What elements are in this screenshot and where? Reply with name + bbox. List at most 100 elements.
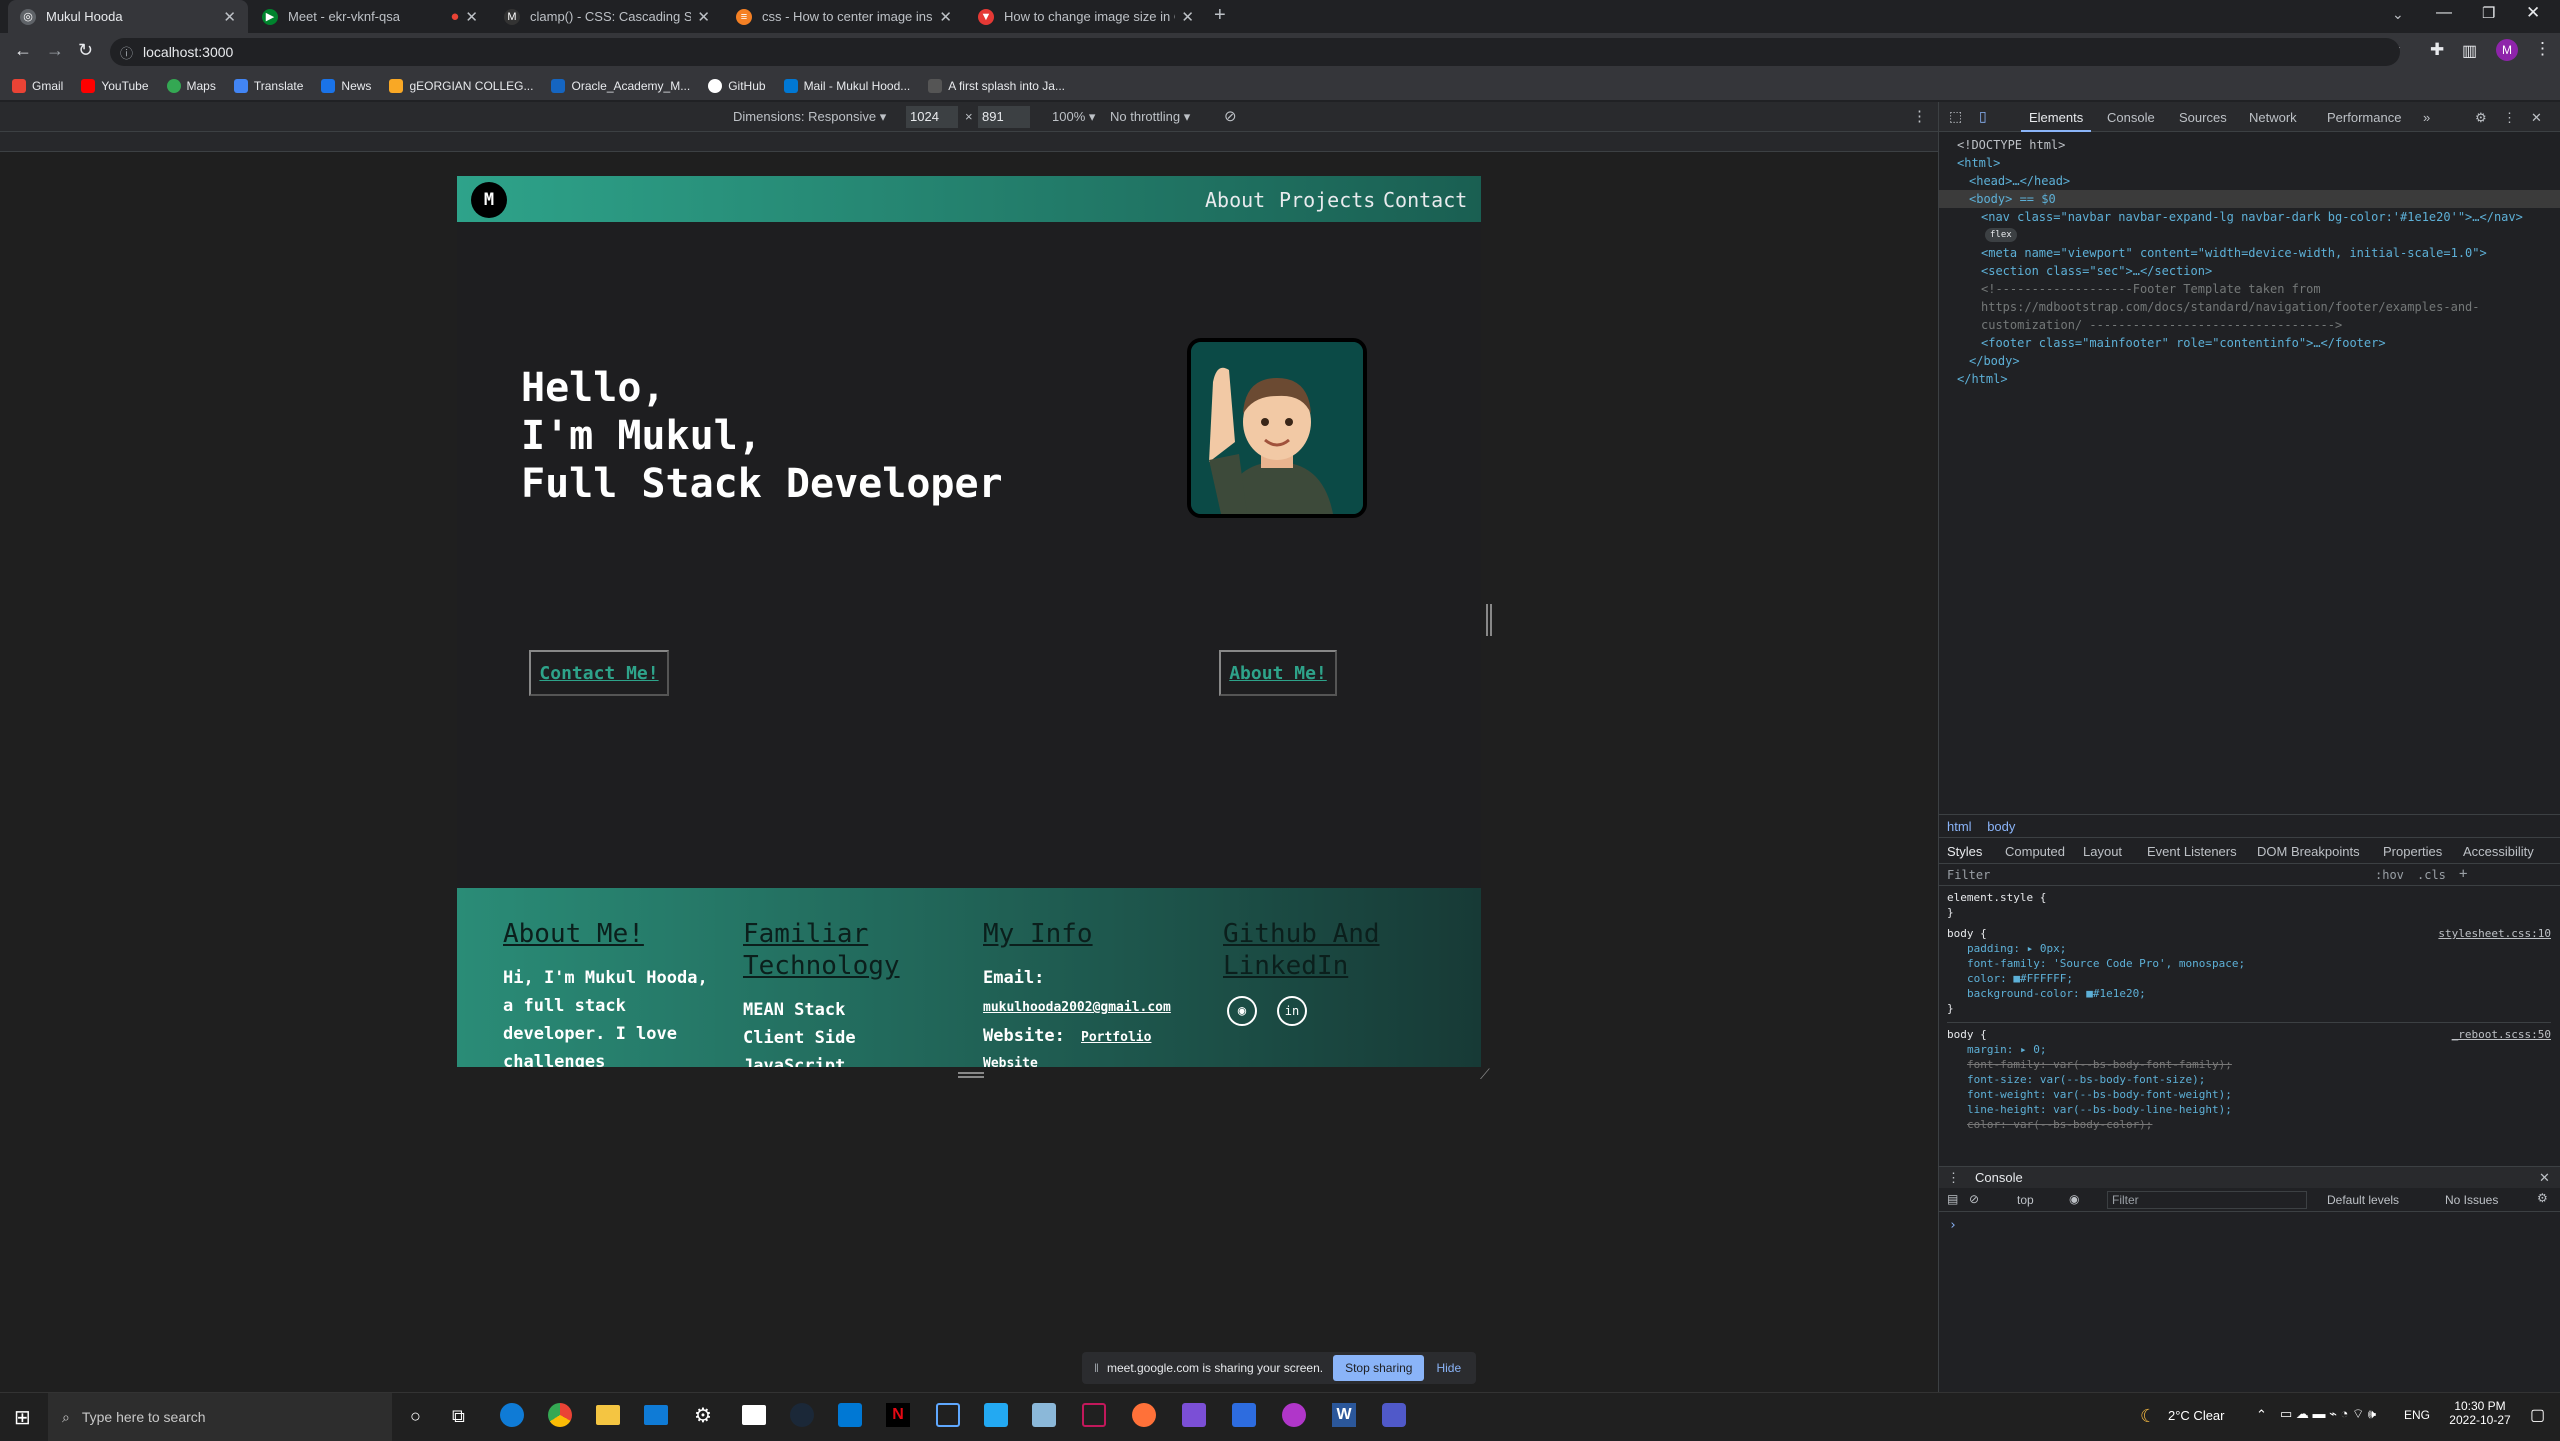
dom-comment[interactable]: https://mdbootstrap.com/docs/standard/na… [1939,298,2560,316]
calculator-icon[interactable] [1232,1403,1256,1427]
css-property[interactable]: background-color: ■#1e1e20; [1947,986,2551,1001]
clear-console-icon[interactable]: ⊘ [1969,1192,1979,1206]
element-style-rule[interactable]: element.style { [1947,890,2551,905]
close-icon[interactable]: ✕ [465,8,478,26]
cortana-icon[interactable]: ○ [410,1406,421,1427]
css-property[interactable]: font-size: var(--bs-body-font-size); [1947,1072,2551,1087]
dom-node[interactable]: <footer class="mainfooter" role="content… [1939,334,2560,352]
drawer-menu-icon[interactable]: ⋮ [1947,1170,1960,1186]
file-explorer-icon[interactable] [596,1405,620,1425]
outlook-icon[interactable] [838,1403,862,1427]
mail-icon[interactable] [644,1405,668,1425]
console-prompt[interactable]: › [1949,1218,1957,1233]
extensions-icon[interactable]: ✚ [2430,40,2444,60]
bookmark-maps[interactable]: Maps [166,78,216,93]
linkedin-icon[interactable]: in [1277,996,1307,1026]
css-property[interactable]: line-height: var(--bs-body-line-height); [1947,1102,2551,1117]
cls-toggle[interactable]: .cls [2417,868,2446,882]
more-icon[interactable]: ⋮ [2534,39,2551,59]
drawer-tab-console[interactable]: Console [1975,1170,2023,1185]
tab-meet[interactable]: ▶ Meet - ekr-vknf-qsa ● ✕ [250,0,490,33]
throttle-select[interactable]: No throttling ▾ [1110,109,1190,125]
tray-icons[interactable]: ▭ ☁ ▬ ⌁ ◔ ⌔ 🕪 [2280,1406,2376,1422]
hov-toggle[interactable]: :hov [2375,868,2404,882]
tab-performance[interactable]: Performance [2327,110,2401,125]
tab-network[interactable]: Network [2249,110,2297,125]
rotate-icon[interactable]: ⊘ [1224,107,1237,125]
tab-image-size[interactable]: ▼ How to change image size in CSS ✕ [966,0,1206,33]
bookmark-gmail[interactable]: Gmail [12,78,63,93]
taskbar-search[interactable]: ⌕ Type here to search [48,1393,392,1441]
snipping-tool-icon[interactable] [936,1403,960,1427]
nav-projects[interactable]: Projects [1279,188,1375,212]
dom-node[interactable]: </html> [1939,370,2560,388]
bookmark-translate[interactable]: Translate [233,78,303,93]
close-icon[interactable]: ✕ [939,8,952,26]
breadcrumb-item[interactable]: html [1947,819,1972,834]
forward-icon[interactable]: → [46,40,64,61]
nav-about[interactable]: About [1205,188,1265,212]
vscode-icon[interactable] [984,1403,1008,1427]
store-icon[interactable] [742,1405,766,1425]
css-property[interactable]: margin: ▸ 0; [1947,1042,2551,1057]
css-property[interactable]: font-family: 'Source Code Pro', monospac… [1947,956,2551,971]
tab-layout[interactable]: Layout [2083,844,2122,859]
tab-styles[interactable]: Styles [1947,844,1982,859]
bookmark-mail[interactable]: Mail - Mukul Hood... [783,78,910,93]
restore-button[interactable]: ❐ [2482,4,2495,22]
close-window-button[interactable]: ✕ [2526,3,2540,23]
firefox-icon[interactable] [1132,1403,1156,1427]
nav-contact[interactable]: Contact [1383,188,1467,212]
height-input[interactable]: 891 [978,106,1030,128]
tab-search-icon[interactable]: ⌄ [2392,6,2404,23]
side-panel-icon[interactable]: ▥ [2462,41,2477,61]
bookmark-youtube[interactable]: YouTube [81,78,149,93]
width-input[interactable]: 1024 [906,106,958,128]
close-devtools-icon[interactable]: ✕ [2531,110,2542,126]
css-property[interactable]: font-weight: var(--bs-body-font-weight); [1947,1087,2551,1102]
dom-comment[interactable]: <!-------------------Footer Template tak… [1939,280,2560,298]
add-rule-icon[interactable]: + [2459,866,2467,882]
dimensions-select[interactable]: Dimensions: Responsive ▾ [733,109,886,125]
github-icon[interactable]: ◉ [1227,996,1257,1026]
tab-computed[interactable]: Computed [2005,844,2065,859]
word-icon[interactable]: W [1332,1403,1356,1427]
tab-event-listeners[interactable]: Event Listeners [2147,844,2237,859]
about-me-button[interactable]: About Me! [1219,650,1337,696]
css-property[interactable]: color: ■#FFFFFF; [1947,971,2551,986]
bookmark-github[interactable]: GitHub [708,78,766,93]
tab-accessibility[interactable]: Accessibility [2463,844,2534,859]
device-toggle-icon[interactable]: ▯ [1979,108,1987,125]
close-drawer-icon[interactable]: ✕ [2539,1170,2550,1186]
resize-handle-right[interactable] [1486,604,1492,636]
weather-text[interactable]: 2°C Clear [2168,1408,2225,1423]
more-icon[interactable]: ⋮ [2503,110,2516,126]
site-logo[interactable]: M [471,182,507,218]
eye-icon[interactable]: ◉ [2069,1192,2079,1206]
app-icon[interactable] [1082,1403,1106,1427]
dom-comment[interactable]: customization/ -------------------------… [1939,316,2560,334]
profile-avatar[interactable]: M [2496,39,2518,61]
resize-handle-bottom[interactable] [958,1072,984,1078]
bookmark-oracle[interactable]: Oracle_Academy_M... [551,78,690,93]
more-options-icon[interactable]: ⋮ [1912,107,1927,125]
settings-icon[interactable]: ⚙ [2475,110,2487,126]
teams-icon[interactable] [1382,1403,1406,1427]
settings-gear-icon[interactable]: ⚙ [694,1403,712,1428]
edge-icon[interactable] [500,1403,524,1427]
task-view-icon[interactable]: ⧉ [452,1406,465,1427]
back-icon[interactable]: ← [14,40,32,61]
styles-filter-input[interactable]: Filter [1947,868,1990,882]
minimize-button[interactable]: — [2436,4,2452,22]
stop-sharing-button[interactable]: Stop sharing [1333,1355,1425,1381]
sidebar-toggle-icon[interactable]: ▤ [1947,1192,1958,1206]
new-tab-button[interactable]: + [1214,4,1226,27]
notification-icon[interactable]: ▢ [2530,1405,2545,1425]
dom-node[interactable]: <meta name="viewport" content="width=dev… [1939,244,2560,262]
tab-properties[interactable]: Properties [2383,844,2442,859]
dom-node-selected[interactable]: <body> == $0 [1939,190,2560,208]
netflix-icon[interactable]: N [886,1403,910,1427]
console-settings-icon[interactable]: ⚙ [2537,1191,2548,1205]
rule-selector[interactable]: body { [1947,1028,1987,1041]
tab-stackoverflow[interactable]: ≡ css - How to center image inside ✕ [724,0,964,33]
